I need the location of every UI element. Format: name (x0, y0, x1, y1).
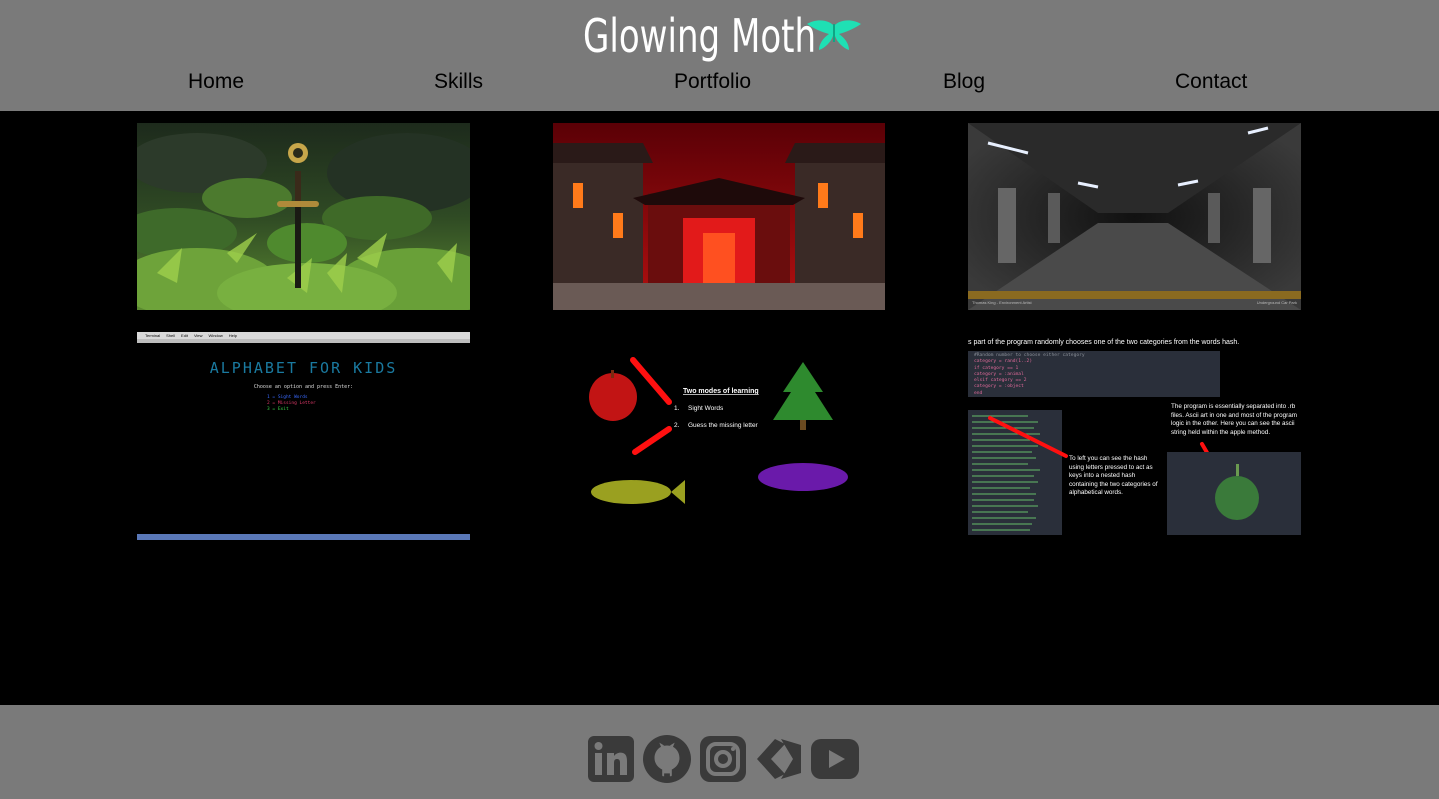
apple-ascii-screenshot (1167, 452, 1301, 535)
program-explanation-text: The program is essentially separated int… (1171, 403, 1297, 436)
linkedin-icon[interactable] (587, 735, 635, 783)
site-header: Glowing Moth Home Skills Portfolio Blog … (0, 0, 1439, 111)
terminal-menubar: Terminal Shell Edit View Window Help (137, 332, 470, 339)
alphabet-option-1: 1 = Sight Words (267, 395, 308, 400)
github-icon[interactable] (643, 735, 691, 783)
temple-image (553, 123, 885, 310)
menu-shell: Shell (166, 333, 176, 338)
alphabet-option-2: 2 = Missing Letter (267, 401, 316, 406)
nav-home[interactable]: Home (188, 70, 244, 94)
menu-help: Help (228, 333, 238, 338)
menu-window: Window (208, 333, 223, 338)
alphabet-option-3: 3 = Exit (267, 407, 289, 412)
hash-explanation-text: To left you can see the hash using lette… (1069, 455, 1158, 496)
portfolio-tile-code[interactable]: s part of the program randomly chooses o… (968, 332, 1301, 535)
learning-modes-image: Two modes of learning 1. Sight Words 2. … (589, 357, 848, 504)
carpark-caption-right: Underground Car Park (1257, 300, 1297, 305)
nav-skills[interactable]: Skills (434, 70, 483, 94)
nav-blog[interactable]: Blog (943, 70, 985, 94)
learning-modes-heading: Two modes of learning (683, 388, 759, 395)
apple-ascii-art (1215, 464, 1259, 520)
sword-forest-image (137, 123, 470, 310)
portfolio-tile-sword[interactable] (137, 123, 470, 310)
alphabet-prompt: Choose an option and press Enter: (253, 384, 354, 390)
instagram-icon[interactable] (699, 735, 747, 783)
learning-mode-2-num: 2. (674, 422, 680, 429)
alphabet-heading: ALPHABET FOR KIDS (209, 359, 398, 377)
menu-view: View (193, 333, 203, 338)
learning-mode-2: Guess the missing letter (688, 422, 759, 429)
terminal-dock (137, 534, 470, 540)
social-links (587, 734, 867, 784)
portfolio-tile-learning-modes[interactable]: Two modes of learning 1. Sight Words 2. … (553, 332, 885, 522)
learning-mode-1: Sight Words (688, 405, 724, 412)
site-logo[interactable]: Glowing Moth (583, 6, 863, 66)
carpark-image: Thomas King - Environment Artist Undergr… (968, 123, 1301, 310)
portfolio-tile-carpark[interactable]: Thomas King - Environment Artist Undergr… (968, 123, 1301, 310)
menu-edit: Edit (181, 333, 188, 338)
carpark-caption-left: Thomas King - Environment Artist (972, 300, 1032, 305)
youtube-icon[interactable] (811, 735, 859, 783)
site-title: Glowing Moth (583, 9, 817, 63)
nav-portfolio[interactable]: Portfolio (674, 70, 751, 94)
learning-mode-1-num: 1. (674, 405, 680, 412)
main-nav: Home Skills Portfolio Blog Contact (0, 70, 1439, 100)
portfolio-tile-alphabet[interactable]: Terminal Shell Edit View Window Help ALP… (137, 332, 470, 540)
terminal-titlebar (137, 339, 470, 343)
unity-icon[interactable] (755, 735, 803, 783)
menu-terminal: Terminal (145, 333, 161, 338)
nav-contact[interactable]: Contact (1175, 70, 1247, 94)
portfolio-tile-temple[interactable] (553, 123, 885, 310)
